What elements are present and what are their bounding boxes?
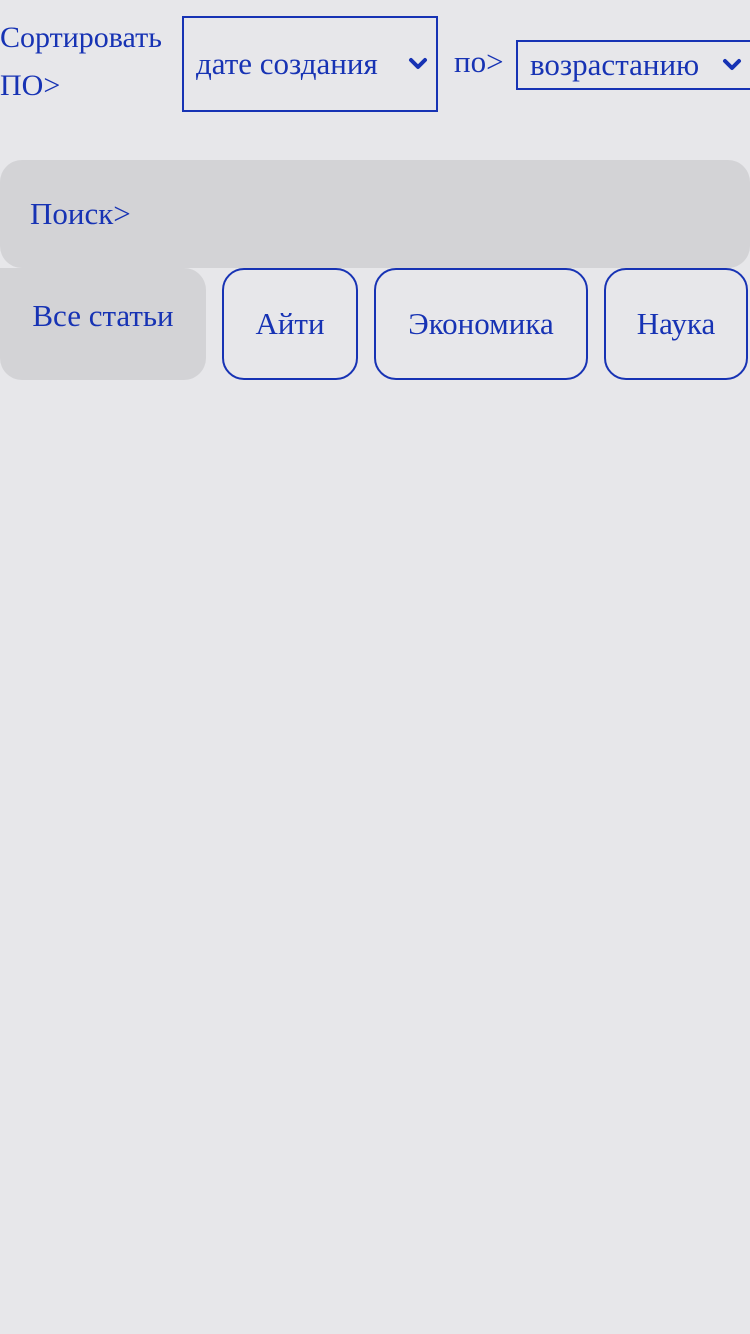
filter-chip-science[interactable]: Наука xyxy=(604,268,748,380)
sort-order-value: возрастанию xyxy=(530,47,700,82)
filter-chip-all-articles[interactable]: Все статьи xyxy=(0,268,206,380)
filter-chip-economics[interactable]: Экономика xyxy=(374,268,588,380)
sort-field-select[interactable]: дате создания xyxy=(182,16,438,112)
sort-order-select[interactable]: возрастанию xyxy=(516,40,750,90)
filter-chip-it[interactable]: Айти xyxy=(222,268,358,380)
filter-chip-label: Айти xyxy=(255,306,325,341)
filter-chip-label: Все статьи xyxy=(32,298,174,333)
chevron-down-icon xyxy=(723,59,741,70)
search-input[interactable]: Поиск> xyxy=(0,160,750,268)
search-label: Поиск> xyxy=(30,196,131,231)
filter-chip-label: Наука xyxy=(636,306,716,341)
filter-chip-label: Экономика xyxy=(408,306,554,341)
chevron-down-icon xyxy=(409,58,427,69)
sort-field-value: дате создания xyxy=(196,46,378,81)
sort-by-label: Сортировать ПО> xyxy=(0,21,162,102)
articles-page: Сортировать ПО> дате создания по> возрас… xyxy=(0,0,750,1334)
sort-order-label: по> xyxy=(454,44,504,79)
